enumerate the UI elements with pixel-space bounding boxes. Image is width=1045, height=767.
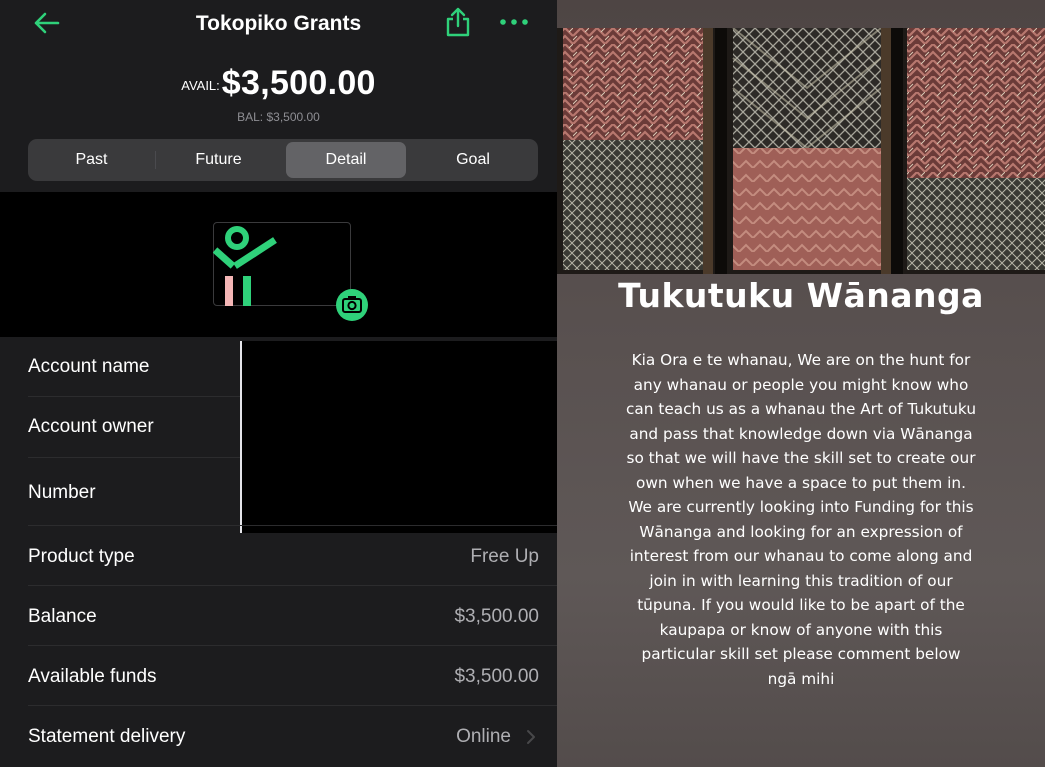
statement-delivery-value: Online bbox=[456, 726, 511, 747]
poster-line: any whanau or people you might know who bbox=[633, 375, 969, 394]
camera-icon bbox=[336, 289, 368, 321]
share-icon bbox=[446, 7, 470, 37]
share-button[interactable] bbox=[443, 6, 473, 38]
available-balance: AVAIL:$3,500.00 bbox=[0, 64, 557, 103]
banking-app-screen: Tokopiko Grants AVAIL:$3,500.00 BAL: $3,… bbox=[0, 0, 557, 767]
tab-divider bbox=[155, 151, 156, 169]
product-type-label: Product type bbox=[28, 546, 135, 567]
account-logo bbox=[213, 226, 277, 306]
redacted-account-details bbox=[241, 341, 557, 533]
account-owner-label: Account owner bbox=[28, 416, 154, 437]
product-type-value: Free Up bbox=[470, 546, 539, 567]
poster-line: Wānanga and looking for an expression of bbox=[639, 522, 963, 541]
chevron-right-icon bbox=[527, 730, 535, 744]
poster-line: can teach us as a whanau the Art of Tuku… bbox=[625, 400, 977, 418]
tukutuku-poster: Tukutuku Wānanga Kia Ora e te whanau, We… bbox=[557, 0, 1045, 767]
poster-title: Tukutuku Wānanga bbox=[618, 276, 984, 315]
poster-line: Kia Ora e te whanau, We are on the hunt … bbox=[631, 351, 971, 369]
statement-delivery-label: Statement delivery bbox=[28, 726, 186, 747]
poster-line: own when we have a space to put them in. bbox=[636, 473, 966, 492]
available-amount: $3,500.00 bbox=[221, 64, 376, 102]
tab-detail[interactable]: Detail bbox=[286, 142, 406, 178]
number-label: Number bbox=[28, 482, 96, 503]
poster-body-text: Kia Ora e te whanau, We are on the hunt … bbox=[557, 348, 1045, 691]
poster-line: particular skill set please comment belo… bbox=[641, 645, 961, 663]
more-button[interactable] bbox=[497, 10, 531, 34]
poster-line: interest from our whanau to come along a… bbox=[629, 547, 973, 565]
balance-line: BAL: $3,500.00 bbox=[237, 110, 320, 124]
balance-value: $3,500.00 bbox=[454, 606, 539, 627]
tab-goal[interactable]: Goal bbox=[410, 142, 536, 178]
detail-row-available-funds: Available funds $3,500.00 bbox=[0, 646, 557, 706]
tukutuku-panels-image bbox=[557, 28, 1045, 274]
poster-line: and pass that knowledge down via Wānanga bbox=[629, 424, 973, 443]
available-funds-label: Available funds bbox=[28, 666, 157, 687]
poster-line: ngā mihi bbox=[767, 669, 835, 688]
tab-future[interactable]: Future bbox=[157, 142, 280, 178]
poster-line: tūpuna. If you would like to be apart of… bbox=[637, 596, 965, 614]
redaction-edge bbox=[240, 341, 242, 533]
detail-row-product-type: Product type Free Up bbox=[0, 526, 557, 586]
top-bar: Tokopiko Grants bbox=[0, 0, 557, 52]
detail-row-statement-delivery[interactable]: Statement delivery Online bbox=[0, 706, 557, 766]
balance-label: Balance bbox=[28, 606, 97, 627]
more-dots-icon bbox=[500, 19, 528, 25]
tab-past[interactable]: Past bbox=[30, 142, 153, 178]
available-label: AVAIL: bbox=[181, 78, 220, 93]
poster-line: kaupapa or know of anyone with this bbox=[659, 620, 943, 639]
change-photo-button[interactable] bbox=[334, 287, 370, 323]
view-tabs: Past Future Detail Goal bbox=[28, 139, 538, 181]
available-funds-value: $3,500.00 bbox=[454, 666, 539, 687]
poster-line: We are currently looking into Funding fo… bbox=[628, 498, 974, 516]
poster-line: so that we will have the skill set to cr… bbox=[626, 449, 976, 467]
detail-row-balance: Balance $3,500.00 bbox=[0, 586, 557, 646]
page-title: Tokopiko Grants bbox=[195, 12, 362, 35]
poster-line: join in with learning this tradition of … bbox=[649, 571, 953, 590]
account-name-label: Account name bbox=[28, 356, 150, 377]
